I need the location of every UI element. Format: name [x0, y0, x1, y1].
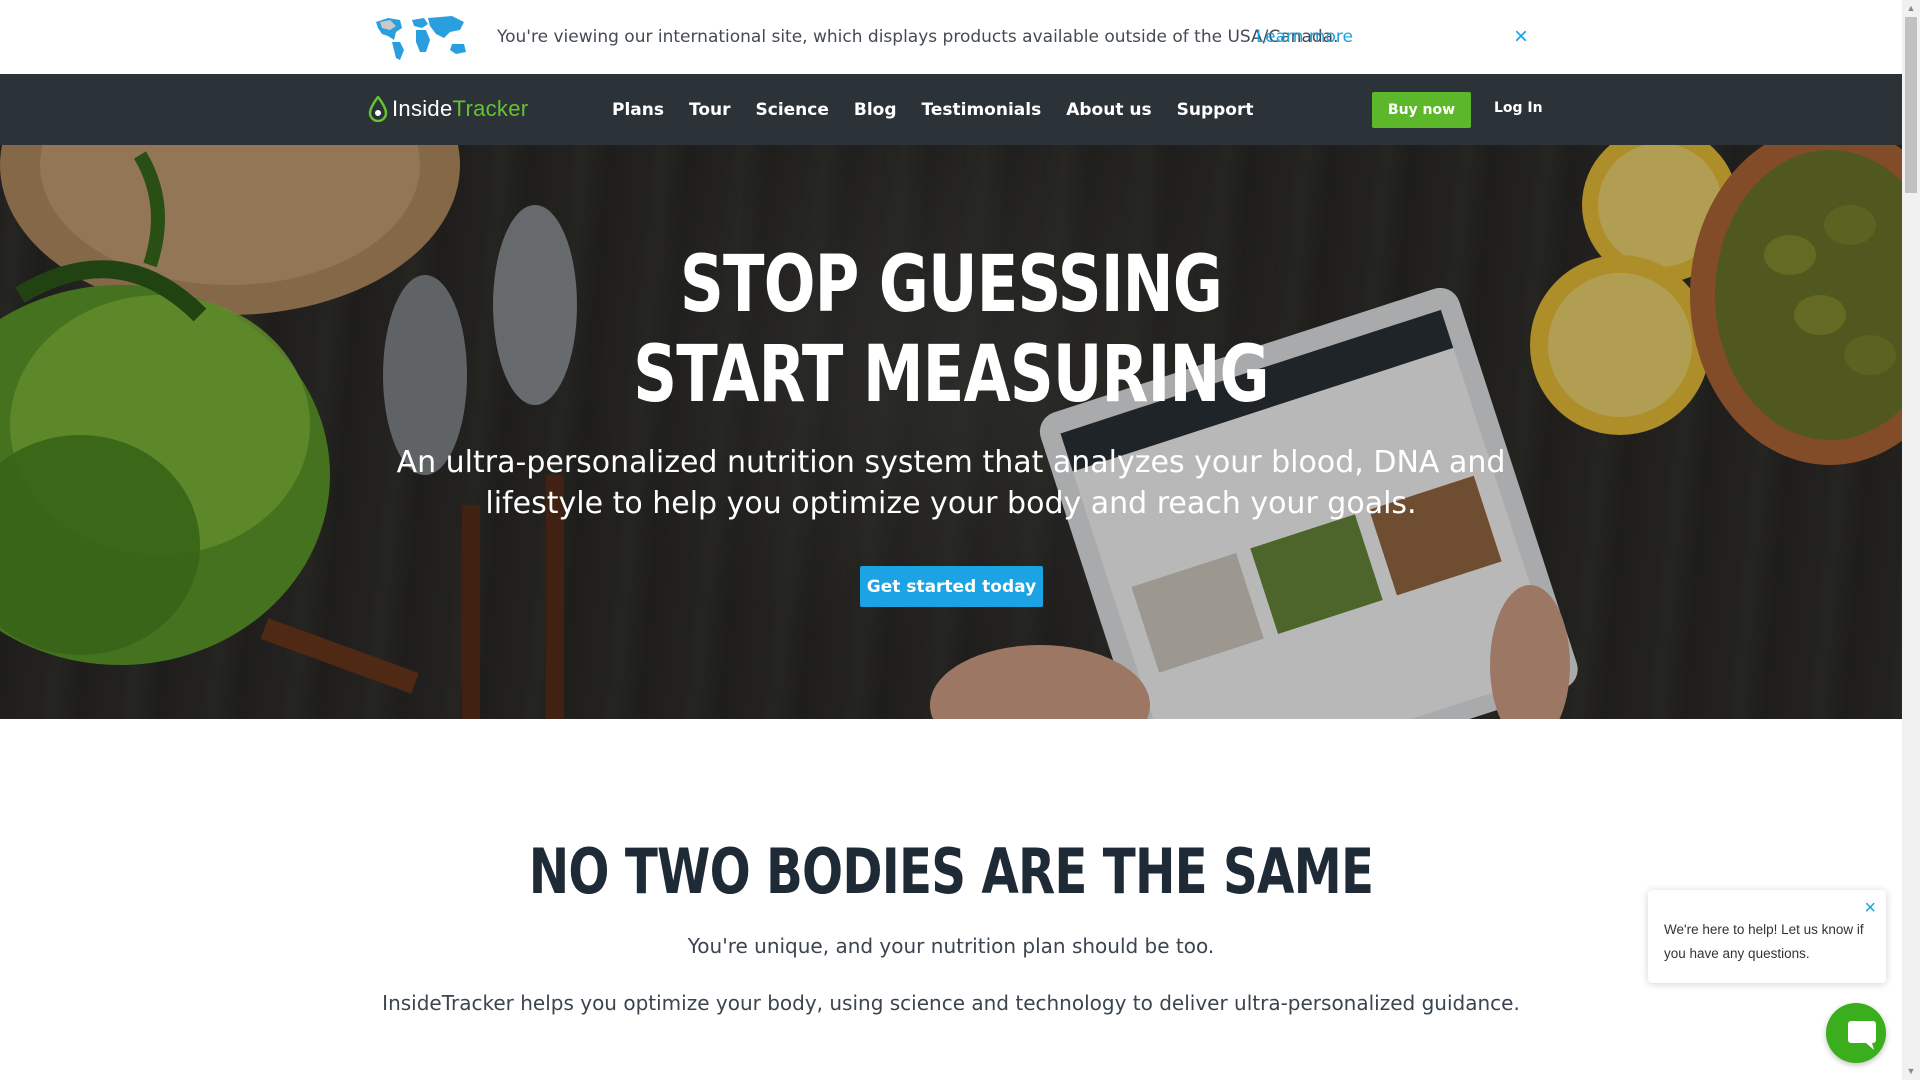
international-banner: You're viewing our international site, w…	[0, 0, 1902, 74]
chat-icon	[1848, 1021, 1876, 1050]
scrollbar-thumb[interactable]	[1905, 17, 1917, 193]
learn-more-link[interactable]: Learn more	[1256, 27, 1353, 47]
get-started-button[interactable]: Get started today	[860, 566, 1043, 607]
chat-message-text: We're here to help! Let us know if you h…	[1664, 922, 1864, 961]
nav-link-plans[interactable]: Plans	[612, 100, 664, 120]
chat-launcher-button[interactable]	[1826, 1003, 1886, 1063]
main-navigation: Inside Tracker Plans Tour Science Blog T…	[0, 74, 1902, 145]
chat-message-bubble: × We're here to help! Let us know if you…	[1648, 890, 1886, 983]
hero-subtitle: An ultra-personalized nutrition system t…	[396, 445, 1506, 521]
logo-text-tracker: Tracker	[452, 96, 529, 121]
page-scrollbar[interactable]: ▲ ▼	[1902, 0, 1920, 1080]
international-notice-text: You're viewing our international site, w…	[497, 27, 1339, 47]
section-title: NO TWO BODIES ARE THE SAME	[528, 835, 1374, 908]
nav-link-testimonials[interactable]: Testimonials	[922, 100, 1042, 120]
section-paragraph-2: InsideTracker helps you optimize your bo…	[382, 991, 1520, 1015]
nav-link-about-us[interactable]: About us	[1066, 100, 1151, 120]
hero-background-image	[0, 145, 1902, 719]
close-banner-icon[interactable]: ×	[1514, 25, 1528, 49]
nav-link-blog[interactable]: Blog	[854, 100, 897, 120]
drop-logo-icon	[368, 96, 388, 122]
log-in-link[interactable]: Log In	[1494, 100, 1543, 116]
hero-title-line-2: START MEASURING	[633, 330, 1269, 420]
close-chat-icon[interactable]: ×	[1864, 898, 1876, 918]
hero-section: STOP GUESSING START MEASURING An ultra-p…	[0, 145, 1902, 719]
world-map-icon	[376, 16, 466, 60]
buy-now-button[interactable]: Buy now	[1372, 92, 1471, 128]
nav-link-tour[interactable]: Tour	[689, 100, 731, 120]
scroll-down-arrow-icon[interactable]: ▼	[1902, 1063, 1920, 1080]
nav-link-support[interactable]: Support	[1177, 100, 1254, 120]
page: You're viewing our international site, w…	[0, 0, 1920, 1080]
insidetracker-logo[interactable]: Inside Tracker	[368, 96, 528, 122]
nav-link-science[interactable]: Science	[756, 100, 829, 120]
nav-links: Plans Tour Science Blog Testimonials Abo…	[612, 74, 1278, 145]
hero-title-line-1: STOP GUESSING	[680, 240, 1223, 330]
section-paragraph-1: You're unique, and your nutrition plan s…	[687, 934, 1215, 958]
logo-text-inside: Inside	[392, 96, 453, 121]
scroll-up-arrow-icon[interactable]: ▲	[1902, 0, 1920, 17]
